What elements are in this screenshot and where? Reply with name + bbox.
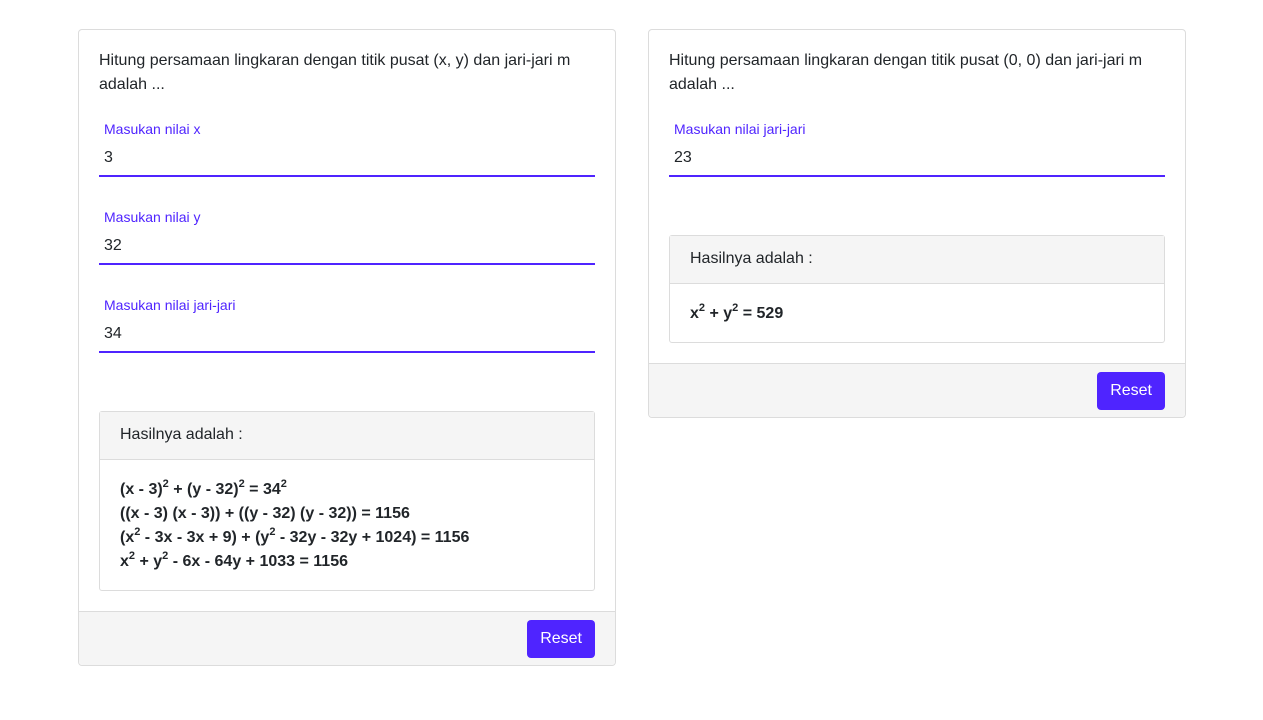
equation-line-1: x2 + y2 = 529: [690, 301, 784, 322]
radius-field: Masukan nilai jari-jari: [99, 297, 595, 361]
y-field-label: Masukan nilai y: [104, 209, 201, 225]
result-panel: Hasilnya adalah : (x - 3)2 + (y - 32)2 =…: [99, 411, 595, 591]
x-input[interactable]: [99, 141, 595, 177]
equation-line-2: ((x - 3) (x - 3)) + ((y - 32) (y - 32)) …: [120, 505, 410, 522]
question-text: Hitung persamaan lingkaran dengan titik …: [99, 52, 571, 93]
card-body: Hitung persamaan lingkaran dengan titik …: [649, 30, 1185, 363]
card-body: Hitung persamaan lingkaran dengan titik …: [79, 30, 615, 611]
y-input[interactable]: [99, 229, 595, 265]
card-footer: Reset: [79, 611, 615, 665]
result-title: Hasilnya adalah :: [100, 412, 594, 460]
radius-field-label: Masukan nilai jari-jari: [674, 121, 806, 137]
question-text: Hitung persamaan lingkaran dengan titik …: [669, 52, 1143, 93]
equation-line-4: x2 + y2 - 6x - 64y + 1033 = 1156: [120, 549, 348, 570]
reset-button[interactable]: Reset: [1097, 372, 1165, 410]
result-body: (x - 3)2 + (y - 32)2 = 342 ((x - 3) (x -…: [100, 460, 594, 590]
result-panel: Hasilnya adalah : x2 + y2 = 529: [669, 235, 1165, 343]
card-footer: Reset: [649, 363, 1185, 417]
result-title: Hasilnya adalah :: [670, 236, 1164, 284]
result-body: x2 + y2 = 529: [670, 284, 1164, 342]
circle-equation-card-center-origin: Hitung persamaan lingkaran dengan titik …: [648, 29, 1186, 418]
radius-field: Masukan nilai jari-jari: [669, 121, 1165, 185]
y-field: Masukan nilai y: [99, 209, 595, 273]
circle-equation-card-center-xy: Hitung persamaan lingkaran dengan titik …: [78, 29, 616, 666]
x-field: Masukan nilai x: [99, 121, 595, 185]
radius-input[interactable]: [669, 141, 1165, 177]
equation-line-3: (x2 - 3x - 3x + 9) + (y2 - 32y - 32y + 1…: [120, 525, 470, 546]
equation-line-1: (x - 3)2 + (y - 32)2 = 342: [120, 477, 287, 498]
reset-button[interactable]: Reset: [527, 620, 595, 658]
radius-field-label: Masukan nilai jari-jari: [104, 297, 236, 313]
x-field-label: Masukan nilai x: [104, 121, 201, 137]
radius-input[interactable]: [99, 317, 595, 353]
